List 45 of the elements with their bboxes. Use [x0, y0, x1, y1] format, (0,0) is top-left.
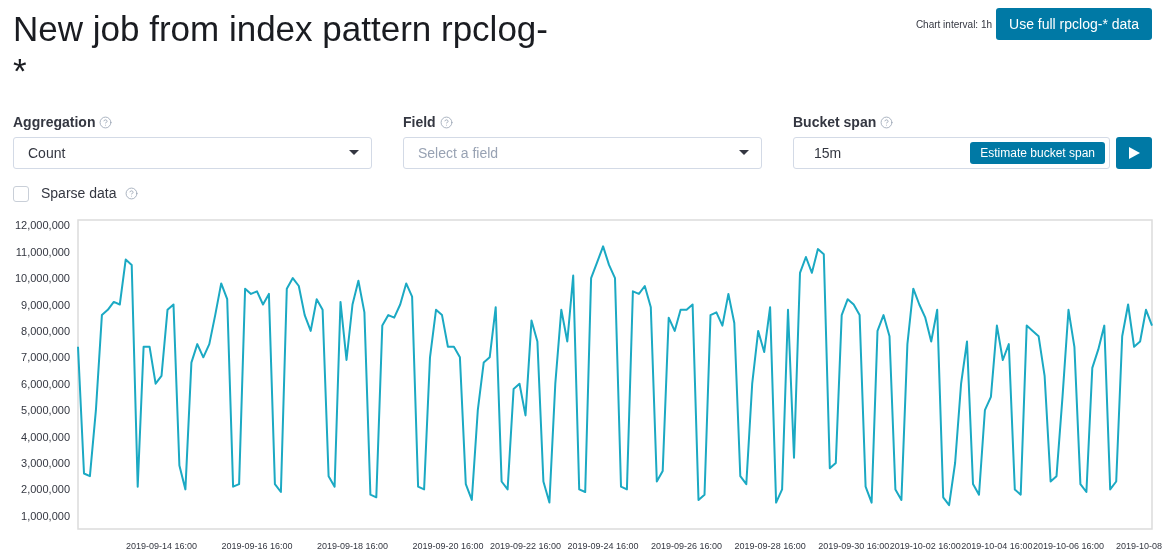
use-full-data-button[interactable]: Use full rpclog-* data — [996, 8, 1152, 40]
x-tick-label: 2019-10-06 16:00 — [1032, 541, 1104, 551]
caret-icon — [739, 150, 749, 156]
y-tick-label: 11,000,000 — [15, 245, 70, 258]
estimate-bucket-span-button[interactable]: Estimate bucket span — [970, 142, 1105, 164]
help-icon — [124, 187, 138, 200]
help-icon — [880, 116, 894, 129]
select-field[interactable]: Count — [13, 137, 372, 169]
sparse-data-checkbox[interactable] — [13, 185, 29, 202]
bucket-span-field[interactable]: 15m Estimate bucket span — [793, 137, 1110, 169]
x-tick-label: 2019-09-16 16:00 — [221, 541, 293, 551]
run-button[interactable] — [1116, 137, 1152, 169]
x-tick-label: 2019-09-24 16:00 — [567, 541, 639, 551]
y-tick-label: 7,000,000 — [21, 351, 70, 364]
y-tick-label: 4,000,000 — [21, 430, 70, 443]
y-tick-label: 12,000,000 — [14, 219, 70, 232]
y-tick-label: 3,000,000 — [21, 456, 70, 469]
x-tick-label: 2019-09-14 16:00 — [126, 541, 198, 551]
x-tick-label: 2019-09-20 16:00 — [412, 541, 484, 551]
x-tick-label: 2019-09-30 16:00 — [818, 541, 890, 551]
x-tick-label: 2019-10-08 — [1116, 541, 1162, 551]
y-tick-label: 5,000,000 — [21, 404, 70, 417]
sparse-data-label: Sparse data — [41, 184, 117, 203]
y-tick-label: 1,000,000 — [21, 509, 70, 522]
field-label: Field — [403, 113, 436, 132]
x-tick-label: 2019-09-28 16:00 — [734, 541, 806, 551]
x-tick-label: 2019-09-18 16:00 — [316, 541, 388, 551]
field-label: Aggregation — [13, 113, 96, 132]
x-tick-label: 2019-10-02 16:00 — [889, 541, 961, 551]
select-field[interactable]: Select a field — [403, 137, 762, 169]
y-tick-label: 6,000,000 — [21, 377, 70, 390]
x-tick-label: 2019-10-04 16:00 — [961, 541, 1033, 551]
help-icon — [99, 116, 113, 129]
x-tick-label: 2019-09-26 16:00 — [651, 541, 723, 551]
help-icon — [439, 116, 453, 129]
y-tick-label: 8,000,000 — [21, 324, 70, 337]
y-tick-label: 9,000,000 — [21, 298, 70, 311]
y-tick-label: 10,000,000 — [14, 272, 70, 285]
x-tick-label: 2019-09-22 16:00 — [489, 541, 562, 551]
page-title: New job from index pattern rpclog-* — [13, 8, 549, 92]
field-label: Bucket span — [793, 113, 877, 132]
play-icon — [1128, 147, 1140, 159]
y-tick-label: 2,000,000 — [21, 483, 70, 496]
caret-icon — [349, 150, 359, 156]
chart-interval-text: Chart interval: 1h — [915, 17, 993, 32]
